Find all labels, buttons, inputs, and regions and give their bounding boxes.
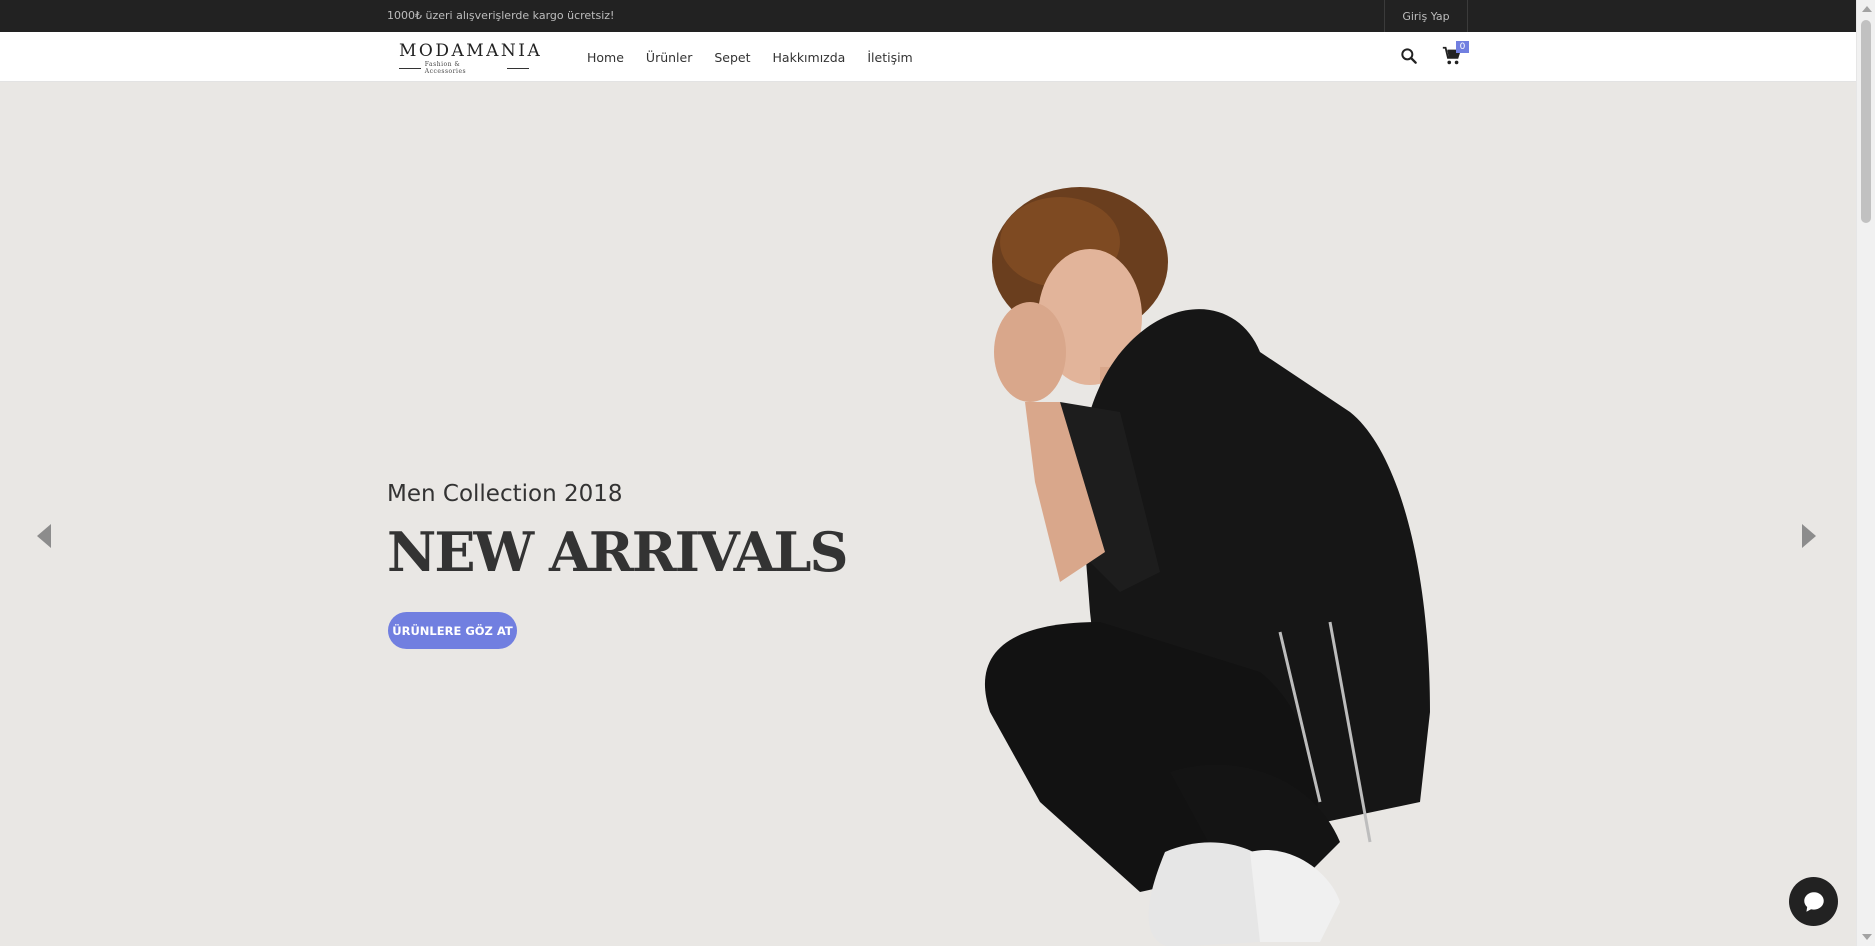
login-link[interactable]: Giriş Yap — [1384, 0, 1468, 32]
site-header: MODAMANIA Fashion & Accessories Home Ürü… — [0, 32, 1856, 82]
chevron-right-icon[interactable] — [1796, 522, 1820, 550]
search-icon[interactable] — [1399, 46, 1419, 66]
hero-subtitle: Men Collection 2018 — [387, 481, 623, 507]
site-logo[interactable]: MODAMANIA Fashion & Accessories — [399, 41, 543, 75]
scroll-down-icon[interactable] — [1862, 934, 1872, 940]
scrollbar-thumb[interactable] — [1861, 20, 1871, 223]
main-nav: Home Ürünler Sepet Hakkımızda İletişim — [587, 32, 913, 82]
logo-brand: MODAMANIA — [399, 41, 543, 61]
chat-icon[interactable] — [1789, 877, 1838, 926]
page-scrollbar[interactable] — [1856, 0, 1875, 946]
top-bar: 1000₺ üzeri alışverişlerde kargo ücretsi… — [0, 0, 1856, 32]
logo-tagline: Fashion & Accessories — [424, 61, 467, 75]
model-image — [984, 187, 1430, 946]
cart-count-badge: 0 — [1456, 41, 1469, 53]
nav-item-contact[interactable]: İletişim — [867, 50, 912, 65]
hero-title: NEW ARRIVALS — [387, 520, 848, 584]
chevron-left-icon[interactable] — [33, 522, 57, 550]
nav-item-about[interactable]: Hakkımızda — [773, 50, 846, 65]
browse-products-button[interactable]: ÜRÜNLERE GÖZ AT — [388, 612, 517, 649]
nav-item-products[interactable]: Ürünler — [646, 50, 692, 65]
nav-item-home[interactable]: Home — [587, 50, 624, 65]
nav-item-cart[interactable]: Sepet — [714, 50, 750, 65]
hero-slider: Men Collection 2018 NEW ARRIVALS ÜRÜNLER… — [0, 82, 1856, 946]
scroll-up-icon[interactable] — [1862, 6, 1872, 12]
shipping-promo-text: 1000₺ üzeri alışverişlerde kargo ücretsi… — [387, 9, 615, 22]
